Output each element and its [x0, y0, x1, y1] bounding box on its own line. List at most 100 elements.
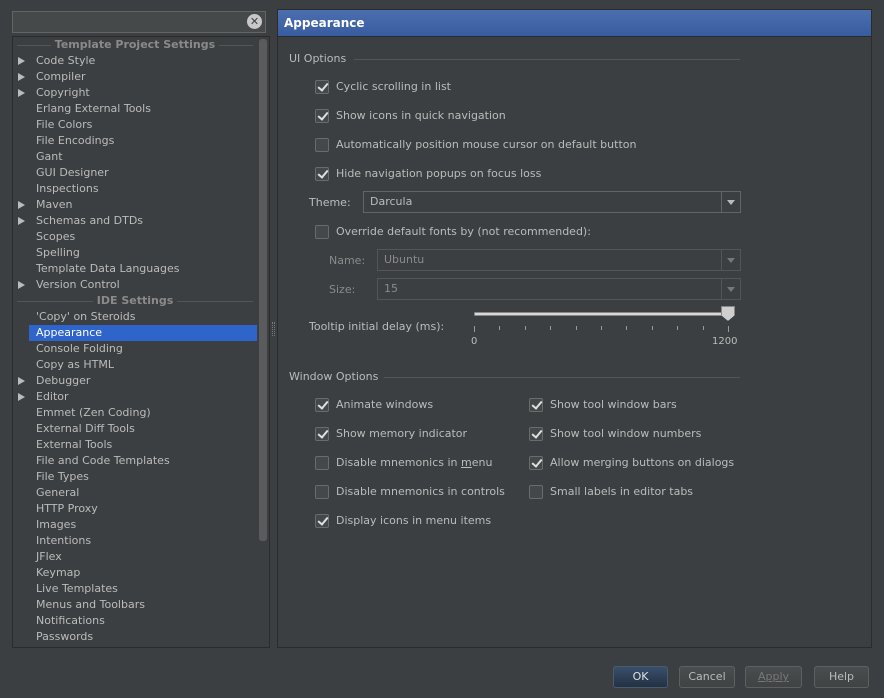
tree-item[interactable]: Debugger	[13, 373, 257, 389]
tree-item-label: Emmet (Zen Coding)	[36, 406, 151, 419]
theme-select[interactable]: Darcula	[363, 191, 741, 213]
checkbox-box[interactable]	[529, 427, 543, 441]
tree-item-label: Gant	[36, 150, 63, 163]
tree-item-label: Spelling	[36, 246, 80, 259]
checkbox-box[interactable]	[315, 225, 329, 239]
tree-item[interactable]: Live Templates	[13, 581, 257, 597]
tooltip-delay-slider-thumb[interactable]	[721, 306, 735, 321]
clear-search-icon[interactable]: ✕	[247, 14, 262, 29]
settings-search-input[interactable]: ✕	[12, 11, 266, 33]
checkbox-label: Show memory indicator	[336, 427, 468, 440]
checkbox-box[interactable]	[529, 398, 543, 412]
tree-item[interactable]: Scopes	[13, 229, 257, 245]
tree-item-label: HTTP Proxy	[36, 502, 98, 515]
tree-item[interactable]: Appearance	[29, 325, 257, 341]
tree-item-label: Console Folding	[36, 342, 123, 355]
checkbox-label: Automatically position mouse cursor on d…	[336, 138, 637, 151]
tree-item[interactable]: Erlang External Tools	[13, 101, 257, 117]
tree-item[interactable]: JFlex	[13, 549, 257, 565]
tree-item[interactable]: General	[13, 485, 257, 501]
tree-item[interactable]: Copy as HTML	[13, 357, 257, 373]
cancel-button[interactable]: Cancel	[679, 666, 735, 688]
window-options-group-title: Window Options	[289, 370, 379, 383]
tree-item[interactable]: Keymap	[13, 565, 257, 581]
tree-item[interactable]: Spelling	[13, 245, 257, 261]
expand-arrow-icon[interactable]	[18, 89, 25, 97]
chevron-down-icon[interactable]	[721, 250, 740, 270]
help-button[interactable]: Help	[814, 666, 869, 688]
slider-min-label: 0	[471, 336, 478, 347]
appearance-panel: Appearance UI Options Cyclic scrolling i…	[277, 9, 872, 648]
tree-item[interactable]: Emmet (Zen Coding)	[13, 405, 257, 421]
tree-item[interactable]: Gant	[13, 149, 257, 165]
expand-arrow-icon[interactable]	[18, 281, 25, 289]
tree-item[interactable]: Compiler	[13, 69, 257, 85]
tree-item-label: Template Data Languages	[36, 262, 180, 275]
tree-item[interactable]: Inspections	[13, 181, 257, 197]
tree-item-label: Appearance	[36, 326, 103, 339]
checkbox-box[interactable]	[529, 485, 543, 499]
tree-item[interactable]: Code Style	[13, 53, 257, 69]
tree-item[interactable]: Notifications	[13, 613, 257, 629]
tree-item-label: JFlex	[36, 550, 62, 563]
tree-section-title: IDE Settings	[92, 294, 178, 307]
checkbox-box[interactable]	[315, 485, 329, 499]
checkbox-box[interactable]	[315, 514, 329, 528]
expand-arrow-icon[interactable]	[18, 393, 25, 401]
tree-scrollbar[interactable]	[259, 39, 267, 541]
checkbox-box[interactable]	[315, 427, 329, 441]
checkbox-box[interactable]	[315, 138, 329, 152]
checkbox-label: Override default fonts by (not recommend…	[336, 225, 591, 238]
expand-arrow-icon[interactable]	[18, 217, 25, 225]
font-size-select[interactable]: 15	[377, 278, 741, 300]
tree-item[interactable]: Passwords	[13, 629, 257, 645]
font-name-value: Ubuntu	[384, 253, 425, 266]
checkbox-box[interactable]	[315, 456, 329, 470]
tree-item[interactable]: Images	[13, 517, 257, 533]
tree-item[interactable]: GUI Designer	[13, 165, 257, 181]
slider-max-label: 1200	[712, 336, 738, 347]
checkbox-label: Disable mnemonics in controls	[336, 485, 505, 498]
splitter-handle[interactable]	[272, 322, 275, 336]
tree-item[interactable]: File Colors	[13, 117, 257, 133]
tree-item[interactable]: 'Copy' on Steroids	[13, 309, 257, 325]
ok-button[interactable]: OK	[613, 666, 668, 688]
tree-item-label: Debugger	[36, 374, 91, 387]
expand-arrow-icon[interactable]	[18, 377, 25, 385]
tree-item[interactable]: Console Folding	[13, 341, 257, 357]
checkbox-box[interactable]	[315, 80, 329, 94]
tree-item[interactable]: Maven	[13, 197, 257, 213]
apply-button[interactable]: Apply	[745, 666, 802, 688]
tree-item[interactable]: Editor	[13, 389, 257, 405]
chevron-down-icon[interactable]	[721, 279, 740, 299]
tooltip-delay-slider-track[interactable]	[474, 312, 728, 316]
tree-item[interactable]: External Diff Tools	[13, 421, 257, 437]
slider-tick	[677, 326, 678, 330]
expand-arrow-icon[interactable]	[18, 57, 25, 65]
label-suffix: enu	[471, 456, 493, 469]
tree-item[interactable]: File Encodings	[13, 133, 257, 149]
tree-item[interactable]: Copyright	[13, 85, 257, 101]
expand-arrow-icon[interactable]	[18, 73, 25, 81]
tree-item[interactable]: Menus and Toolbars	[13, 597, 257, 613]
tree-item-label: Live Templates	[36, 582, 118, 595]
checkbox-box[interactable]	[529, 456, 543, 470]
expand-arrow-icon[interactable]	[18, 201, 25, 209]
tree-item[interactable]: Template Data Languages	[13, 261, 257, 277]
tree-item[interactable]: HTTP Proxy	[13, 501, 257, 517]
tree-item[interactable]: External Tools	[13, 437, 257, 453]
tree-item[interactable]: File and Code Templates	[13, 453, 257, 469]
checkbox-box[interactable]	[315, 167, 329, 181]
font-name-select[interactable]: Ubuntu	[377, 249, 741, 271]
tree-item[interactable]: Version Control	[13, 277, 257, 293]
tree-item[interactable]: File Types	[13, 469, 257, 485]
tree-item-label: Copy as HTML	[36, 358, 114, 371]
tree-item[interactable]: Schemas and DTDs	[13, 213, 257, 229]
checkbox-box[interactable]	[315, 109, 329, 123]
checkbox-label: Small labels in editor tabs	[550, 485, 694, 498]
tree-item[interactable]: Intentions	[13, 533, 257, 549]
checkbox-label: Show tool window bars	[550, 398, 677, 411]
chevron-down-icon[interactable]	[721, 192, 740, 212]
tree-item-label: Images	[36, 518, 77, 531]
checkbox-box[interactable]	[315, 398, 329, 412]
